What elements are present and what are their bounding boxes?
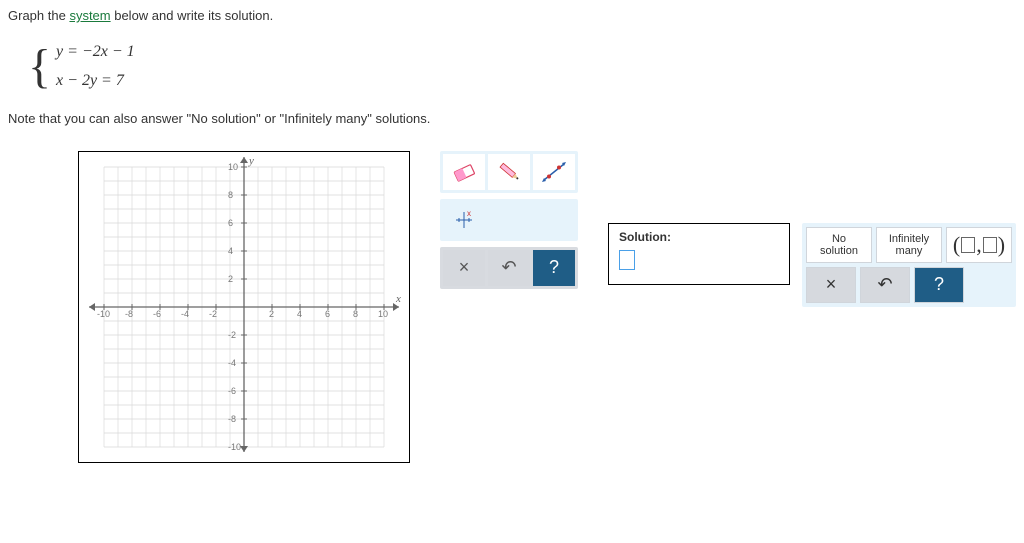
line-tool[interactable] (533, 154, 575, 190)
tool-palette-row2: x (440, 199, 578, 241)
svg-text:-8: -8 (125, 309, 133, 319)
svg-text:10: 10 (228, 162, 238, 172)
svg-text:8: 8 (228, 190, 233, 200)
svg-text:6: 6 (228, 218, 233, 228)
svg-text:10: 10 (378, 309, 388, 319)
svg-text:8: 8 (353, 309, 358, 319)
svg-text:4: 4 (228, 246, 233, 256)
svg-text:-6: -6 (153, 309, 161, 319)
svg-text:-4: -4 (181, 309, 189, 319)
svg-text:-6: -6 (228, 386, 236, 396)
svg-text:-10: -10 (97, 309, 110, 319)
svg-text:-8: -8 (228, 414, 236, 424)
eraser-tool[interactable] (443, 154, 485, 190)
svg-text:2: 2 (269, 309, 274, 319)
system-equations: { y = −2x − 1 x − 2y = 7 (28, 38, 1016, 96)
system-link[interactable]: system (69, 8, 110, 23)
solution-label: Solution: (619, 230, 779, 244)
spacer-2 (533, 202, 575, 238)
solution-undo-button[interactable]: ↶ (860, 267, 910, 303)
graph-area[interactable]: x y -10 -8 -6 -4 -2 2 4 6 8 10 -10 -8 -6 -4 -2 2 4 6 8 10 (78, 151, 410, 463)
svg-text:-4: -4 (228, 358, 236, 368)
svg-text:-2: -2 (228, 330, 236, 340)
x-axis-label: x (395, 293, 401, 305)
prompt-text: Graph the system below and write its sol… (8, 8, 1016, 23)
infinitely-many-button[interactable]: Infinitely many (876, 227, 942, 263)
ordered-pair-button[interactable]: (,) (946, 227, 1012, 263)
solution-box: Solution: (608, 223, 790, 285)
equation-1: y = −2x − 1 (56, 38, 135, 67)
note-text: Note that you can also answer "No soluti… (8, 111, 1016, 126)
y-axis-label: y (248, 155, 254, 167)
brace-icon: { (28, 50, 51, 84)
solution-clear-button[interactable]: × (806, 267, 856, 303)
solution-options-panel: No solution Infinitely many (,) × ↶ ? (802, 223, 1016, 307)
svg-text:4: 4 (297, 309, 302, 319)
tool-palette-row1 (440, 151, 578, 193)
help-button[interactable]: ? (533, 250, 575, 286)
clear-button[interactable]: × (443, 250, 485, 286)
tool-palette-row3: × ↶ ? (440, 247, 578, 289)
solution-help-button[interactable]: ? (914, 267, 964, 303)
no-solution-button[interactable]: No solution (806, 227, 872, 263)
equation-2: x − 2y = 7 (56, 67, 135, 96)
spacer-1 (488, 202, 530, 238)
svg-text:6: 6 (325, 309, 330, 319)
solution-input[interactable] (619, 250, 635, 270)
undo-button[interactable]: ↶ (488, 250, 530, 286)
pencil-tool[interactable] (488, 154, 530, 190)
svg-text:x: x (467, 209, 471, 218)
point-tool[interactable]: x (443, 202, 485, 238)
svg-text:-2: -2 (209, 309, 217, 319)
svg-text:2: 2 (228, 274, 233, 284)
svg-text:-10: -10 (228, 442, 241, 452)
